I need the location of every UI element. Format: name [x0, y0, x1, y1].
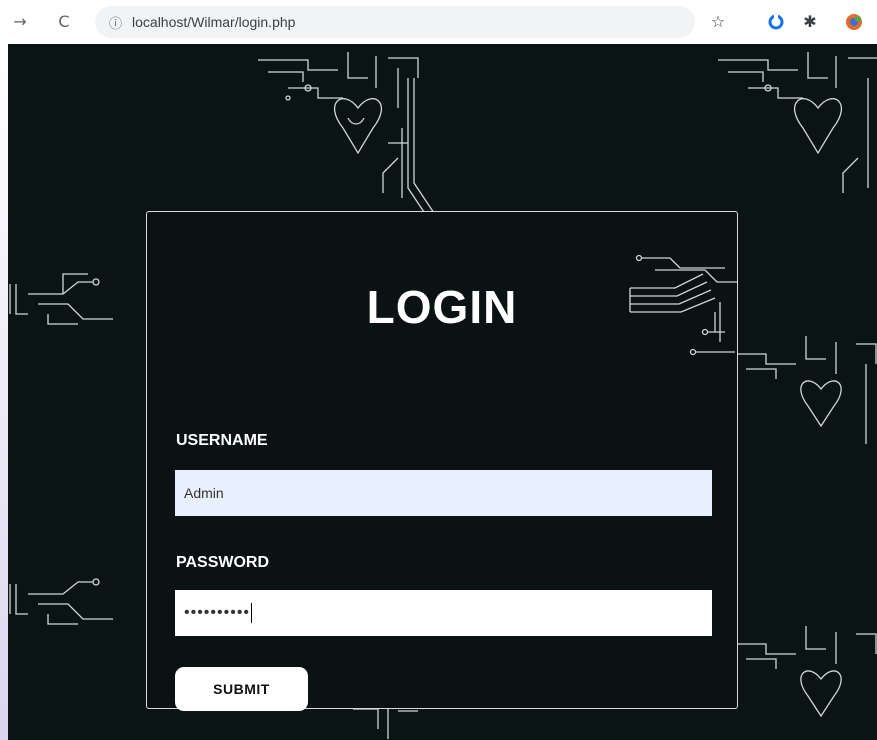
site-info-icon[interactable]: ⓘ — [109, 13, 122, 32]
password-value: •••••••••• — [184, 604, 251, 621]
circuit-decoration — [9, 578, 113, 625]
back-arrow-icon[interactable]: → — [8, 10, 32, 34]
login-card: LOGIN USERNAME Admin PASSWORD ••••••••••… — [146, 211, 738, 711]
circuit-heart-decoration — [258, 52, 435, 219]
profile-icon[interactable] — [842, 10, 866, 34]
browser-toolbar: → C ⓘ localhost/Wilmar/login.php ☆ ✱ — [0, 0, 877, 44]
circuit-decoration — [9, 273, 113, 325]
puzzle-icon[interactable]: ✱ — [798, 10, 822, 34]
login-title: LOGIN — [366, 281, 518, 333]
page-left-edge — [0, 44, 8, 740]
reload-icon[interactable]: C — [52, 10, 76, 34]
username-input[interactable]: Admin — [175, 470, 712, 516]
url-text: localhost/Wilmar/login.php — [132, 14, 296, 30]
extension-icon[interactable] — [764, 10, 788, 34]
submit-button[interactable]: SUBMIT — [175, 667, 308, 711]
password-input[interactable]: •••••••••• — [175, 590, 712, 636]
circuit-heart-decoration — [736, 336, 877, 444]
login-page-background: LOGIN USERNAME Admin PASSWORD ••••••••••… — [8, 44, 877, 740]
bookmark-star-icon[interactable]: ☆ — [706, 10, 730, 34]
password-label: PASSWORD — [176, 554, 270, 571]
username-label: USERNAME — [176, 432, 268, 449]
username-value: Admin — [184, 485, 224, 501]
address-bar[interactable]: ⓘ localhost/Wilmar/login.php — [95, 6, 695, 38]
text-caret — [251, 603, 253, 623]
circuit-heart-decoration — [736, 626, 877, 718]
circuit-heart-decoration — [718, 52, 877, 193]
